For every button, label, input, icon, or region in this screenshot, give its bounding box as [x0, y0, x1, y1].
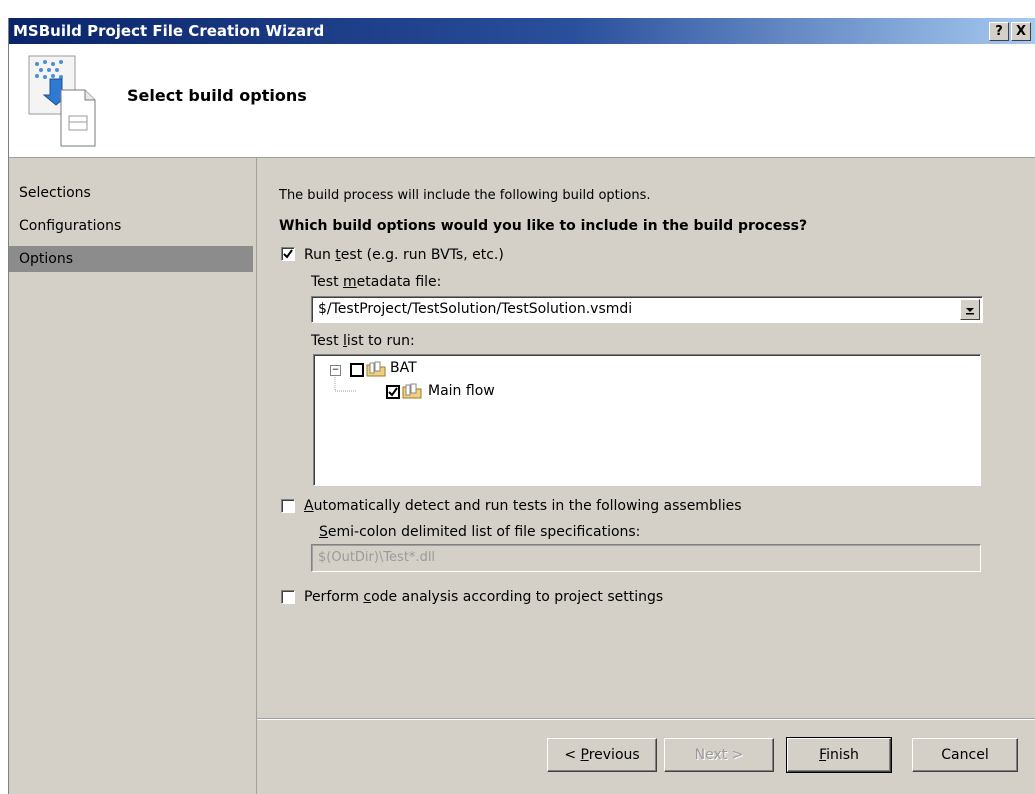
header-title: Select build options — [127, 86, 307, 105]
dropdown-button[interactable] — [960, 299, 980, 320]
wizard-window: MSBuild Project File Creation Wizard ? X… — [8, 18, 1035, 794]
metadata-file-value: $/TestProject/TestSolution/TestSolution.… — [318, 301, 633, 317]
tree-item-label[interactable]: Main flow — [428, 383, 495, 399]
window-title: MSBuild Project File Creation Wizard — [13, 22, 325, 40]
collapse-icon[interactable]: − — [330, 365, 341, 376]
wizard-document-icon — [28, 55, 96, 147]
file-spec-value: $(OutDir)\Test*.dll — [318, 550, 436, 565]
close-button[interactable]: X — [1011, 22, 1031, 41]
footer-separator — [257, 718, 1035, 720]
nav-item-selections[interactable]: Selections — [9, 180, 253, 206]
code-analysis-checkbox[interactable] — [281, 590, 295, 604]
test-list-folder-icon — [402, 383, 422, 399]
next-button: Next > — [664, 738, 774, 772]
wizard-nav: Selections Configurations Options — [9, 158, 257, 794]
question-heading: Which build options would you like to in… — [279, 218, 808, 234]
auto-detect-checkbox[interactable] — [281, 499, 295, 513]
chevron-down-icon — [966, 308, 974, 315]
run-test-checkbox[interactable] — [281, 247, 295, 261]
code-analysis-label[interactable]: Perform code analysis according to proje… — [304, 589, 663, 605]
file-spec-label: Semi-colon delimited list of file specif… — [319, 524, 641, 540]
wizard-header: Select build options — [9, 44, 1035, 158]
title-bar[interactable]: MSBuild Project File Creation Wizard ? X — [9, 18, 1035, 44]
test-list-folder-icon — [366, 361, 386, 377]
tree-checkbox-bat[interactable] — [350, 363, 364, 377]
intro-text: The build process will include the follo… — [279, 188, 651, 203]
metadata-file-select[interactable]: $/TestProject/TestSolution/TestSolution.… — [311, 296, 983, 323]
nav-item-configurations[interactable]: Configurations — [9, 213, 253, 239]
options-panel: The build process will include the follo… — [257, 158, 1035, 722]
tree-item-label[interactable]: BAT — [390, 360, 417, 376]
tree-checkbox-main-flow[interactable] — [386, 385, 400, 399]
tree-connector — [334, 377, 356, 392]
run-test-label[interactable]: Run test (e.g. run BVTs, etc.) — [304, 247, 504, 263]
metadata-label: Test metadata file: — [311, 274, 442, 290]
file-spec-input: $(OutDir)\Test*.dll — [311, 544, 981, 572]
checkmark-icon — [388, 387, 398, 397]
nav-item-options[interactable]: Options — [9, 246, 253, 272]
auto-detect-label[interactable]: Automatically detect and run tests in th… — [304, 498, 742, 514]
help-button[interactable]: ? — [989, 22, 1009, 41]
previous-button[interactable]: < Previous — [547, 738, 657, 772]
test-list-tree[interactable]: − BAT Main flow — [313, 354, 981, 486]
cancel-button[interactable]: Cancel — [912, 738, 1018, 772]
test-list-label: Test list to run: — [311, 333, 415, 349]
checkmark-icon — [283, 249, 293, 259]
finish-button[interactable]: Finish — [786, 737, 892, 773]
